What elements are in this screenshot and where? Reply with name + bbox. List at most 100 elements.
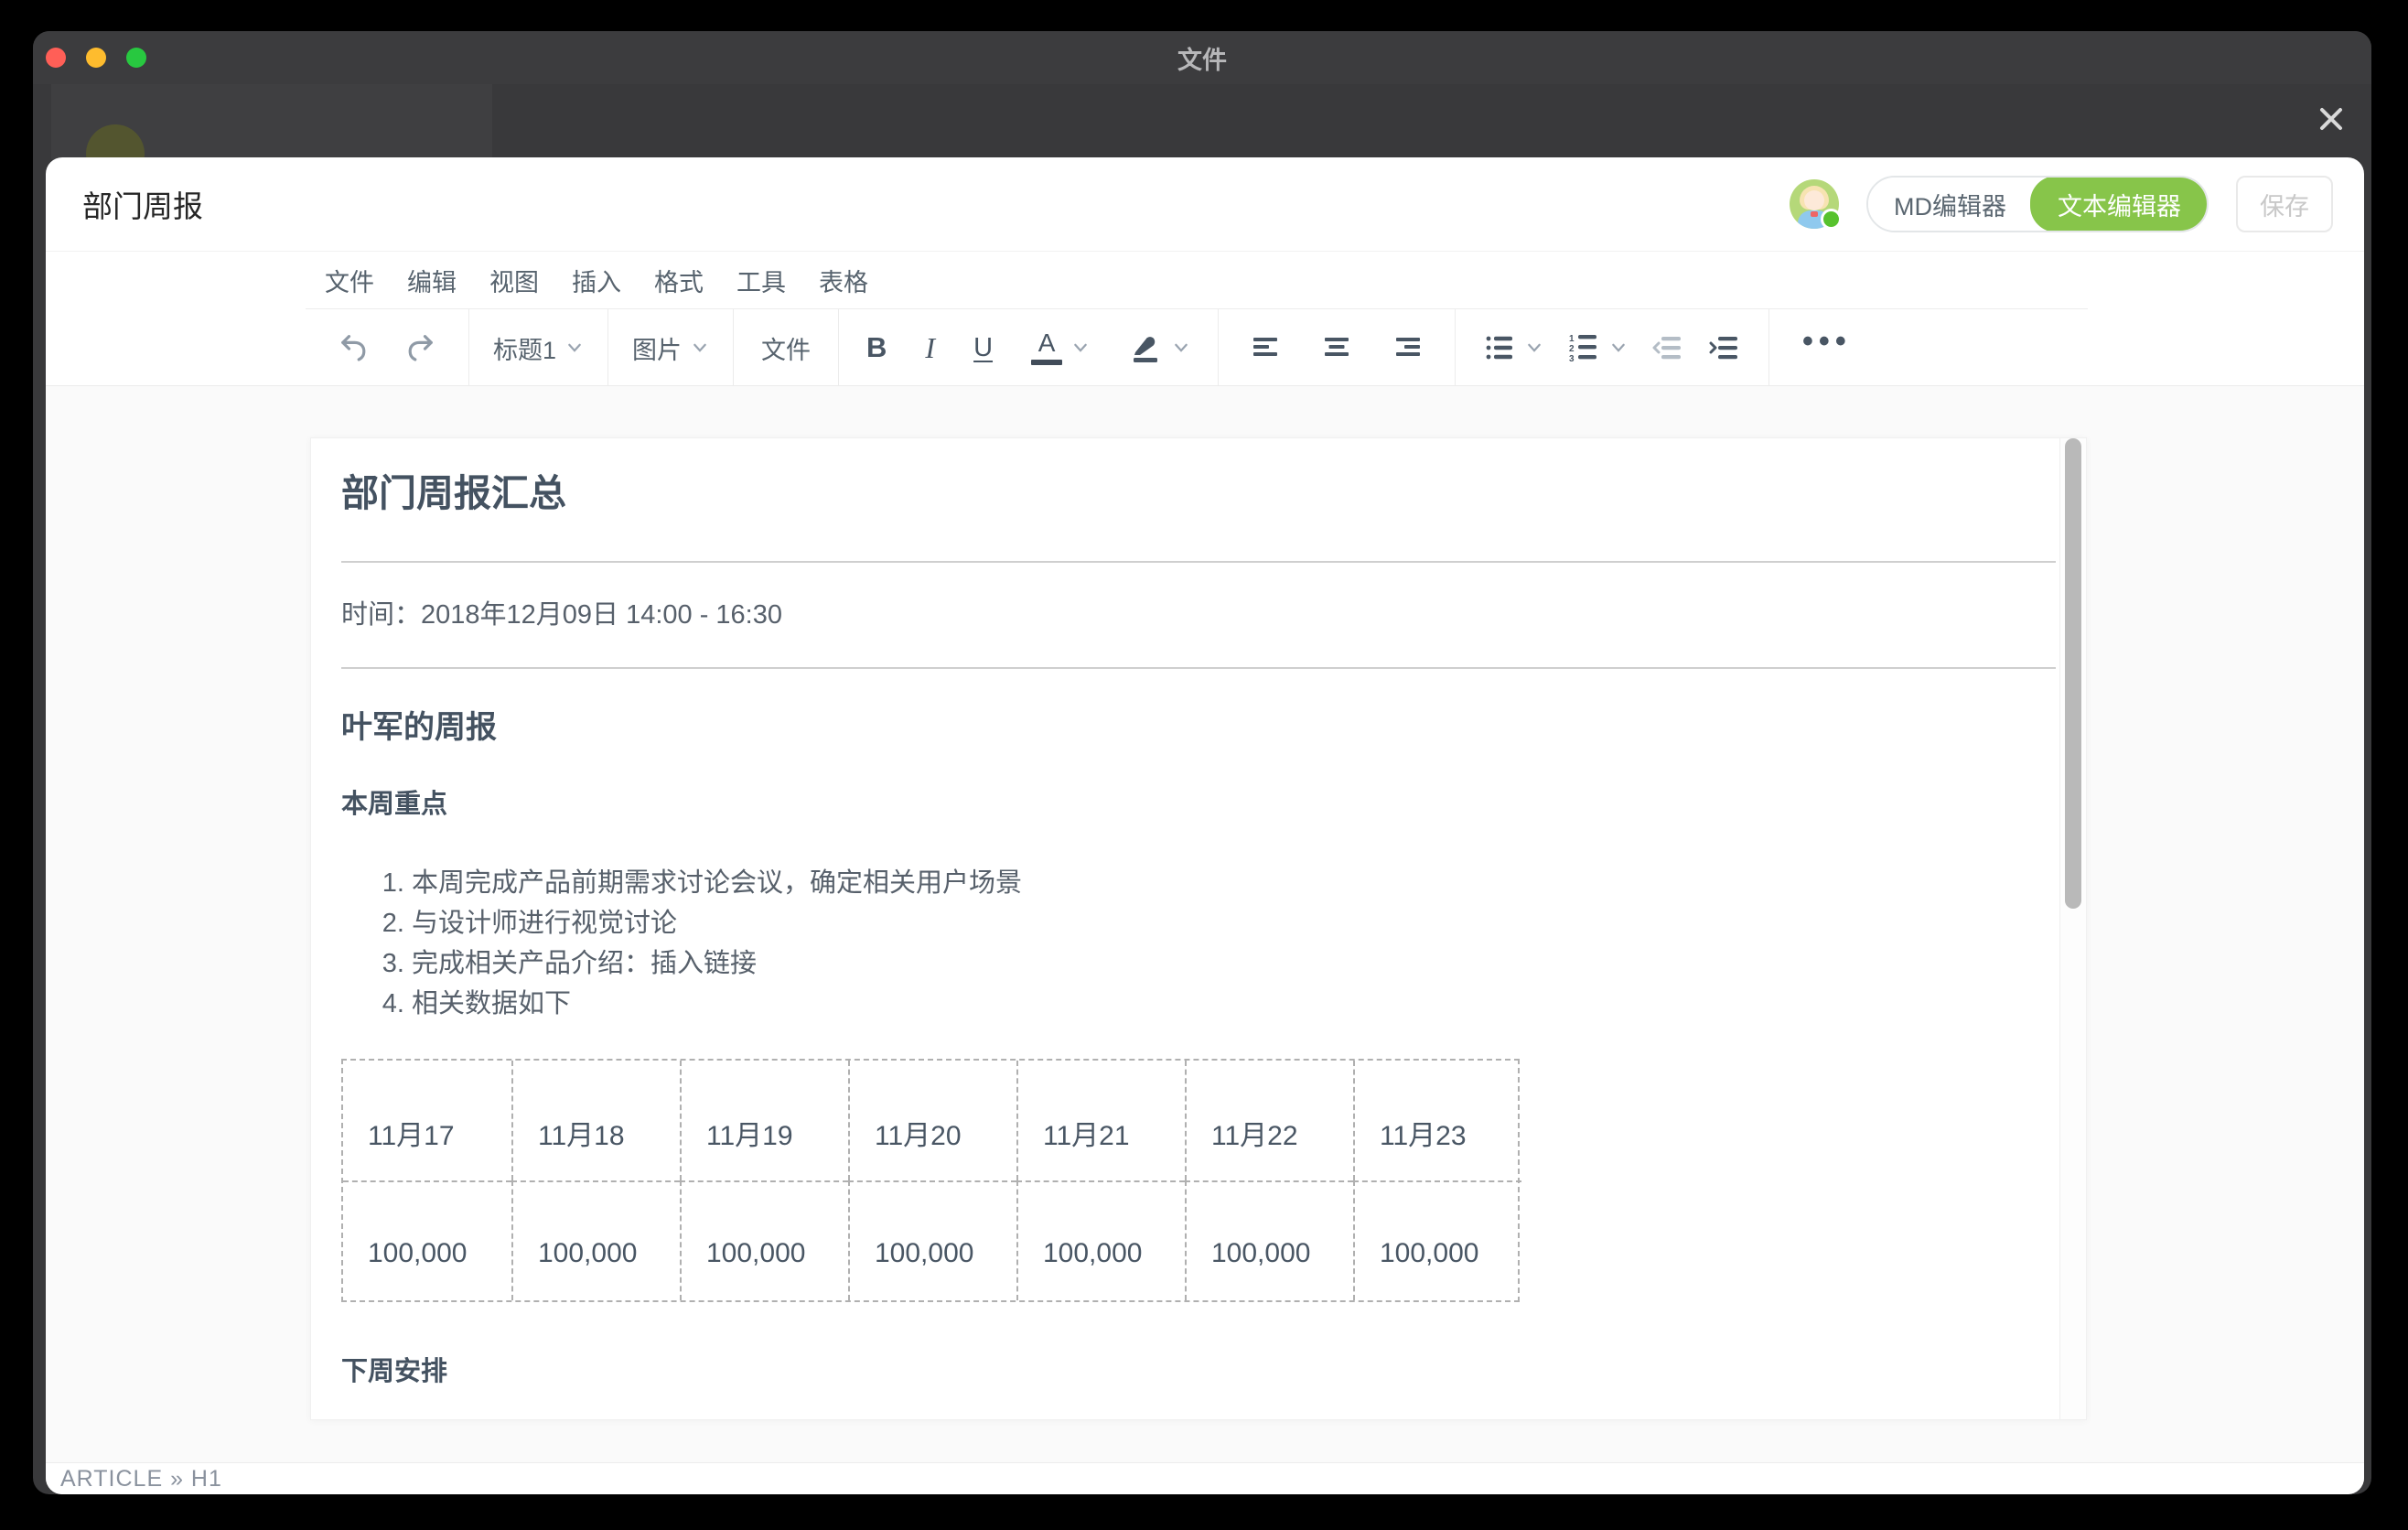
outdent-button[interactable] <box>1651 309 1684 386</box>
list-item: 与设计师进行视觉讨论 <box>412 903 2056 943</box>
user-avatar[interactable] <box>1790 179 1839 229</box>
divider <box>341 667 2056 669</box>
window-title: 文件 <box>1177 40 1227 76</box>
undo-button[interactable] <box>337 309 370 386</box>
dialog-header: 部门周报 MD编辑器 文本编辑器 <box>46 157 2364 252</box>
align-left-button[interactable] <box>1250 309 1281 386</box>
table-cell[interactable]: 11月21 <box>1016 1061 1185 1180</box>
indent-button[interactable] <box>1708 309 1741 386</box>
insert-file-button[interactable]: 文件 <box>734 309 838 386</box>
align-right-icon <box>1392 332 1424 363</box>
table-cell[interactable]: 100,000 <box>511 1180 680 1300</box>
heading-style-dropdown[interactable]: 标题1 <box>469 309 607 386</box>
menu-table[interactable]: 表格 <box>819 263 868 298</box>
close-dialog-button[interactable] <box>2313 101 2349 137</box>
numbered-list-dropdown[interactable]: 1 2 3 <box>1567 309 1628 386</box>
table-cell[interactable]: 11月17 <box>343 1061 511 1180</box>
table-cell[interactable]: 11月20 <box>848 1061 1016 1180</box>
menu-insert[interactable]: 插入 <box>572 263 621 298</box>
doc-section-heading: 叶军的周报 <box>341 706 2056 749</box>
insert-image-label: 图片 <box>632 330 682 366</box>
scrollbar-thumb[interactable] <box>2065 438 2081 909</box>
selection-path: ARTICLE » H1 <box>60 1466 222 1492</box>
underline-button[interactable]: U <box>973 309 993 386</box>
svg-text:3: 3 <box>1569 354 1575 364</box>
redo-button[interactable] <box>404 309 437 386</box>
bold-icon: B <box>866 331 887 364</box>
undo-icon <box>337 331 370 364</box>
chevron-down-icon <box>1071 339 1090 357</box>
list-item: 本周完成产品前期需求讨论会议，确定相关用户场景 <box>412 863 2056 903</box>
background-sidebar <box>51 84 492 159</box>
list-item: 相关数据如下 <box>412 984 2056 1024</box>
menu-edit[interactable]: 编辑 <box>407 263 457 298</box>
text-editor-tab[interactable]: 文本编辑器 <box>2030 176 2209 232</box>
svg-text:1: 1 <box>1569 334 1575 344</box>
menu-bar: 文件 编辑 视图 插入 格式 工具 表格 <box>46 252 2364 308</box>
table-cell[interactable]: 100,000 <box>848 1180 1016 1300</box>
close-icon <box>2316 103 2347 135</box>
italic-button[interactable]: I <box>925 309 935 386</box>
minimize-window-button[interactable] <box>86 48 106 68</box>
insert-file-label: 文件 <box>761 330 811 366</box>
close-window-button[interactable] <box>46 48 66 68</box>
menu-format[interactable]: 格式 <box>654 263 704 298</box>
window-titlebar: 文件 <box>33 31 2371 85</box>
doc-time-line: 时间：2018年12月09日 14:00 - 16:30 <box>341 596 2056 634</box>
doc-subheading: 本周重点 <box>341 786 2056 823</box>
align-center-button[interactable] <box>1321 309 1352 386</box>
zoom-window-button[interactable] <box>126 48 146 68</box>
more-options-button[interactable]: ••• <box>1769 309 1885 386</box>
header-actions: MD编辑器 文本编辑器 保存 <box>1790 176 2333 232</box>
font-color-dropdown[interactable]: A <box>1031 309 1090 386</box>
document-name: 部门周报 <box>82 182 203 226</box>
menu-view[interactable]: 视图 <box>489 263 539 298</box>
bold-button[interactable]: B <box>866 309 887 386</box>
numbered-list-icon: 1 2 3 <box>1567 331 1600 364</box>
bullet-list-dropdown[interactable] <box>1483 309 1543 386</box>
menu-file[interactable]: 文件 <box>325 263 374 298</box>
menu-tools[interactable]: 工具 <box>736 263 786 298</box>
chevron-down-icon <box>1525 339 1543 357</box>
heading-style-label: 标题1 <box>493 330 556 366</box>
table-cell[interactable]: 11月19 <box>680 1061 848 1180</box>
highlight-color-dropdown[interactable] <box>1128 309 1190 386</box>
align-center-icon <box>1321 332 1352 363</box>
md-editor-tab[interactable]: MD编辑器 <box>1868 178 2032 231</box>
scrollbar-track[interactable] <box>2059 438 2086 1419</box>
chevron-down-icon <box>691 339 709 357</box>
table-cell[interactable]: 100,000 <box>680 1180 848 1300</box>
align-right-button[interactable] <box>1392 309 1424 386</box>
table-cell[interactable]: 100,000 <box>1185 1180 1353 1300</box>
table-cell[interactable]: 11月18 <box>511 1061 680 1180</box>
traffic-lights <box>33 31 146 84</box>
table-cell[interactable]: 100,000 <box>1016 1180 1185 1300</box>
doc-title: 部门周报汇总 <box>341 466 2056 521</box>
editor-mode-toggle: MD编辑器 文本编辑器 <box>1866 176 2209 232</box>
mac-window: 文件 部门周报 <box>33 31 2371 1494</box>
doc-table: 11月17 11月18 11月19 11月20 11月21 11月22 11月2… <box>341 1059 1520 1302</box>
table-cell[interactable]: 11月23 <box>1353 1061 1521 1180</box>
svg-text:2: 2 <box>1569 344 1575 354</box>
save-button[interactable]: 保存 <box>2236 176 2333 232</box>
underline-icon: U <box>973 333 993 363</box>
insert-image-dropdown[interactable]: 图片 <box>608 309 733 386</box>
doc-ordered-list: 本周完成产品前期需求讨论会议，确定相关用户场景 与设计师进行视觉讨论 完成相关产… <box>341 863 2056 1024</box>
divider <box>341 561 2056 563</box>
table-cell[interactable]: 11月22 <box>1185 1061 1353 1180</box>
editor-canvas[interactable]: 部门周报汇总 时间：2018年12月09日 14:00 - 16:30 叶军的周… <box>46 386 2364 1462</box>
doc-subheading: 下周安排 <box>341 1353 2056 1390</box>
table-cell[interactable]: 100,000 <box>343 1180 511 1300</box>
chevron-down-icon <box>1172 339 1190 357</box>
status-bar: ARTICLE » H1 <box>46 1462 2364 1494</box>
bullet-list-icon <box>1483 331 1516 364</box>
screen: 文件 部门周报 <box>0 0 2408 1530</box>
align-left-icon <box>1250 332 1281 363</box>
table-cell[interactable]: 100,000 <box>1353 1180 1521 1300</box>
document-page[interactable]: 部门周报汇总 时间：2018年12月09日 14:00 - 16:30 叶军的周… <box>310 437 2087 1420</box>
redo-icon <box>404 331 437 364</box>
more-icon: ••• <box>1802 341 1852 354</box>
background-app <box>33 84 2371 159</box>
online-status-dot <box>1821 209 1842 230</box>
editor-dialog: 部门周报 MD编辑器 文本编辑器 <box>46 157 2364 1494</box>
